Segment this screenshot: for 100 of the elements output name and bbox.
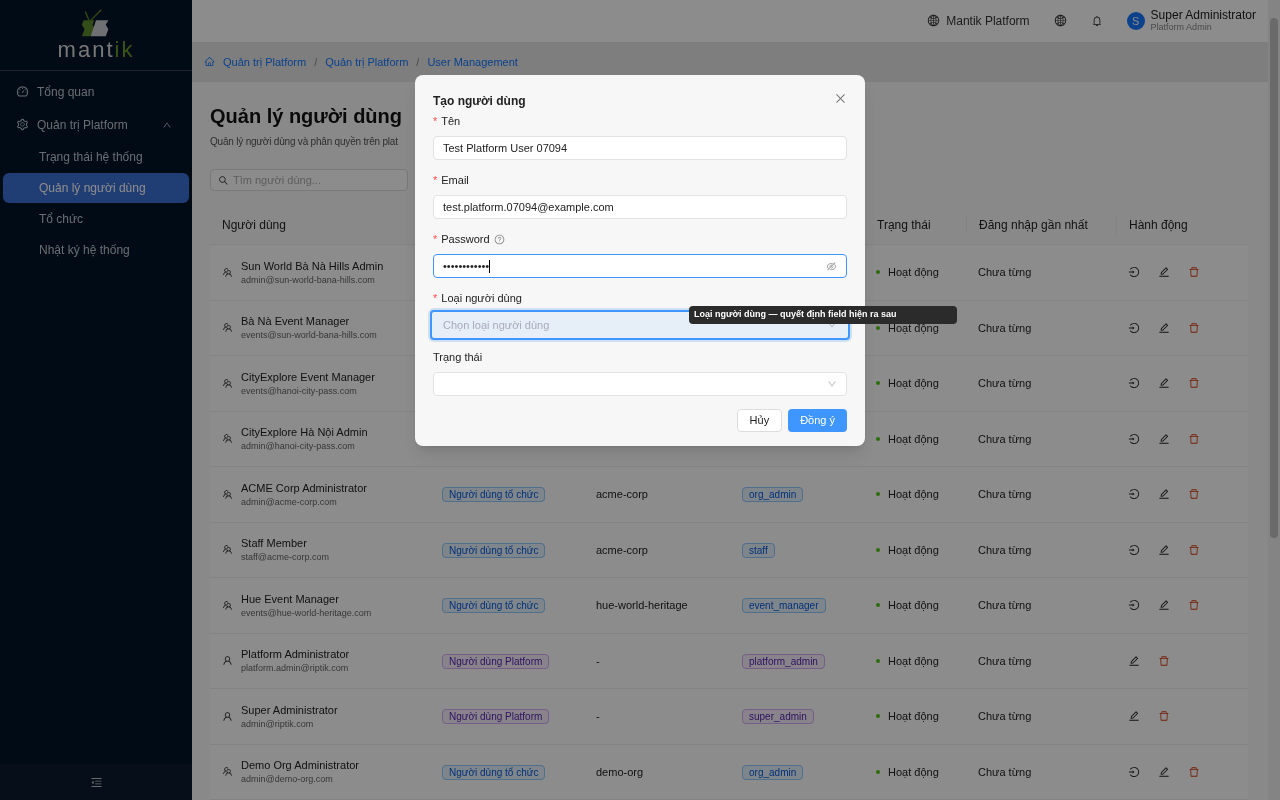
- user-icon: [222, 655, 233, 667]
- delete-icon[interactable]: [1188, 765, 1200, 778]
- team-icon: [222, 322, 233, 334]
- user-icon: [222, 710, 233, 722]
- edit-icon[interactable]: [1158, 543, 1170, 556]
- nav-item[interactable]: Nhật ký hệ thống: [3, 235, 189, 265]
- scrollbar-thumb[interactable]: [1270, 18, 1278, 538]
- tag: Người dùng tổ chức: [442, 487, 546, 503]
- user-email: events@hanoi-city-pass.com: [241, 384, 358, 398]
- delete-icon[interactable]: [1188, 432, 1200, 445]
- column-header: Hành động: [1129, 217, 1188, 232]
- login-icon[interactable]: [1128, 377, 1140, 390]
- language-icon[interactable]: [1053, 14, 1067, 28]
- nav-item[interactable]: Quản trị Platform: [4, 108, 188, 141]
- tag: Người dùng tổ chức: [442, 764, 546, 780]
- edit-icon[interactable]: [1128, 654, 1140, 667]
- delete-icon[interactable]: [1188, 543, 1200, 556]
- last-login: Chưa từng: [978, 266, 1032, 279]
- user-email: staff@acme-corp.com: [241, 551, 329, 564]
- nav-item[interactable]: Tổ chức: [3, 204, 189, 234]
- last-login: Chưa từng: [978, 432, 1032, 445]
- delete-icon[interactable]: [1188, 377, 1200, 390]
- user-name: Sun World Bà Nà Hills Admin: [241, 258, 384, 274]
- field-label: Trạng thái: [433, 350, 483, 365]
- user-email: admin@acme-corp.com: [241, 495, 338, 509]
- edit-icon[interactable]: [1158, 432, 1170, 445]
- breadcrumb-link[interactable]: User Management: [427, 53, 518, 71]
- user-email: platform.admin@riptik.com: [241, 662, 350, 675]
- tag: event_manager: [742, 598, 826, 614]
- delete-icon[interactable]: [1188, 266, 1200, 279]
- edit-icon[interactable]: [1158, 599, 1170, 612]
- delete-icon[interactable]: [1188, 488, 1200, 501]
- edit-icon[interactable]: [1158, 765, 1170, 778]
- team-icon: [222, 266, 233, 278]
- breadcrumb-link[interactable]: Quản trị Platform: [223, 53, 307, 71]
- login-icon[interactable]: [1128, 543, 1140, 556]
- confirm-button[interactable]: Đồng ý: [788, 409, 847, 432]
- globe-icon: [927, 14, 941, 28]
- chevron-down-icon: [827, 379, 837, 389]
- tag: org_admin: [742, 487, 804, 503]
- input-field[interactable]: test.platform.07094@example.com: [433, 195, 847, 219]
- edit-icon[interactable]: [1158, 488, 1170, 501]
- status-text: Hoạt động: [888, 764, 939, 780]
- column-header: Người dùng: [222, 217, 286, 232]
- delete-icon[interactable]: [1188, 321, 1200, 334]
- breadcrumb-separator: /: [314, 54, 318, 70]
- login-icon[interactable]: [1128, 765, 1140, 778]
- login-icon[interactable]: [1128, 599, 1140, 612]
- tag: staff: [742, 542, 775, 558]
- org-slug: -: [596, 710, 600, 723]
- cancel-button[interactable]: Hủy: [736, 409, 783, 432]
- org-slug: -: [596, 654, 600, 667]
- tag: platform_admin: [742, 653, 825, 669]
- input-field[interactable]: ••••••••••••: [433, 254, 847, 278]
- platform-switcher[interactable]: Mantik Platform: [927, 11, 1030, 30]
- field-label: Loại người dùng: [441, 291, 522, 306]
- input-field[interactable]: Test Platform User 07094: [433, 136, 847, 160]
- org-slug: acme-corp: [596, 543, 648, 556]
- nav-item[interactable]: Tổng quan: [4, 75, 188, 108]
- home-icon: [204, 56, 215, 68]
- user-name: Platform Administrator: [241, 647, 350, 662]
- edit-icon[interactable]: [1158, 377, 1170, 390]
- login-icon[interactable]: [1128, 432, 1140, 445]
- login-icon[interactable]: [1128, 321, 1140, 334]
- user-email: admin@hanoi-city-pass.com: [241, 440, 356, 453]
- status-text: Hoạt động: [888, 709, 939, 724]
- login-icon[interactable]: [1128, 266, 1140, 279]
- help-icon[interactable]: [493, 234, 505, 245]
- collapse-icon[interactable]: [89, 775, 103, 789]
- delete-icon[interactable]: [1158, 654, 1170, 667]
- user-name: CityExplore Hà Nội Admin: [241, 425, 368, 440]
- breadcrumb-separator: /: [416, 54, 420, 70]
- page-title: Quản lý người dùng: [210, 104, 403, 129]
- user-name: Bà Nà Event Manager: [241, 314, 351, 329]
- close-icon[interactable]: [834, 92, 847, 105]
- delete-icon[interactable]: [1158, 710, 1170, 723]
- logo-text: mantik: [57, 38, 135, 62]
- user-email: events@hue-world-heritage.com: [241, 606, 372, 620]
- edit-icon[interactable]: [1128, 710, 1140, 723]
- required-mark: *: [433, 173, 438, 188]
- last-login: Chưa từng: [978, 599, 1032, 612]
- last-login: Chưa từng: [978, 543, 1032, 556]
- login-icon[interactable]: [1128, 488, 1140, 501]
- page-subtitle: Quản lý người dùng và phân quyền trên plat: [210, 135, 398, 149]
- edit-icon[interactable]: [1158, 321, 1170, 334]
- user-email: admin@riptik.com: [241, 717, 315, 731]
- user-avatar[interactable]: S: [1126, 11, 1145, 30]
- tag: super_admin: [742, 709, 814, 725]
- last-login: Chưa từng: [978, 710, 1032, 723]
- breadcrumb-link[interactable]: Quản trị Platform: [325, 53, 409, 71]
- user-role: Platform Admin: [1150, 21, 1213, 33]
- nav-item[interactable]: Quản lý người dùng: [3, 173, 189, 203]
- edit-icon[interactable]: [1158, 266, 1170, 279]
- delete-icon[interactable]: [1188, 599, 1200, 612]
- nav-item[interactable]: Trạng thái hệ thống: [3, 142, 189, 172]
- user-name: ACME Corp Administrator: [241, 480, 367, 496]
- team-icon: [222, 433, 233, 445]
- status-text: Hoạt động: [888, 653, 939, 669]
- notification-icon[interactable]: [1090, 14, 1103, 27]
- select-field[interactable]: [433, 372, 847, 396]
